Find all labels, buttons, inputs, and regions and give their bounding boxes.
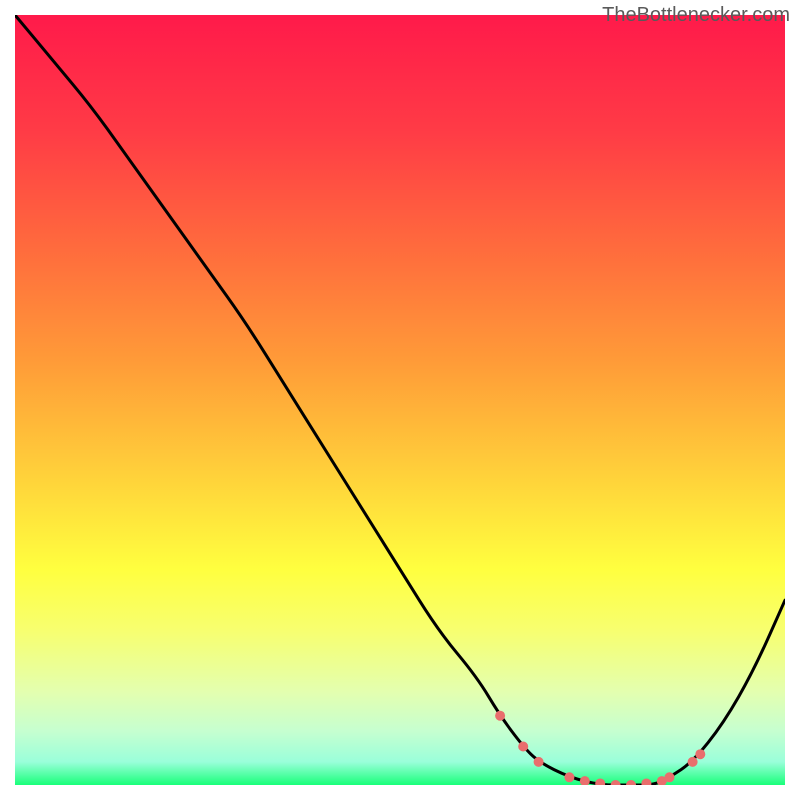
gradient-background [15,15,785,785]
watermark-text: TheBottlenecker.com [602,4,790,27]
plot-area [15,15,785,785]
